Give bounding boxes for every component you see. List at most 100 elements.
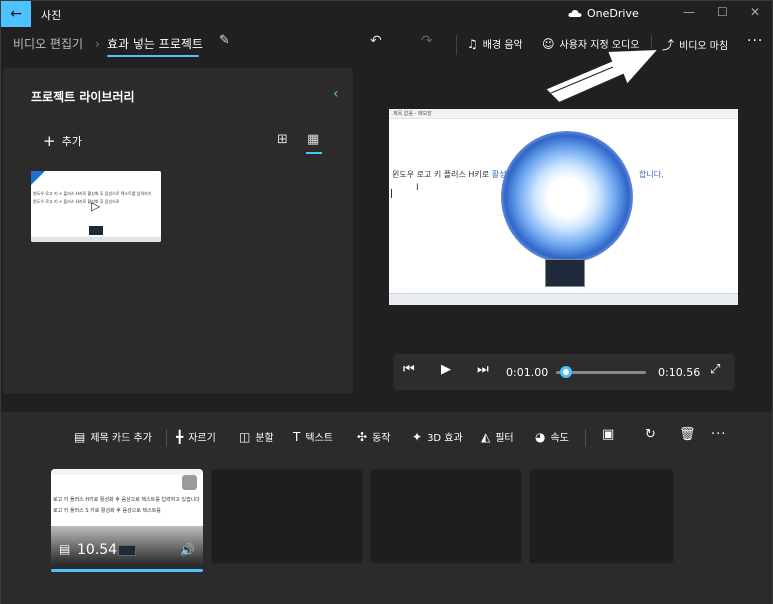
app-title: 사진 [41, 9, 62, 22]
minimize-button[interactable]: — [683, 5, 695, 19]
split-button[interactable]: ◫ 분할 [239, 429, 274, 445]
skip-back-icon[interactable]: ⏮ [403, 362, 415, 377]
thumb-text-line: 윈도우 로고 키 + 플러스 H키로 활성화 후 음성으로 텍스트를 입력하기 [33, 191, 152, 196]
more-options-button[interactable]: ··· [747, 33, 763, 49]
back-arrow-icon[interactable]: ← [1, 1, 31, 27]
speed-button[interactable]: ◕ 속도 [535, 429, 569, 445]
play-icon[interactable]: ▶ [441, 362, 451, 377]
motion-label: 동작 [372, 433, 391, 444]
speed-icon: ◕ [535, 429, 546, 444]
pointer-arrow-icon [543, 47, 662, 105]
empty-clip-slot [370, 469, 522, 564]
storyboard-panel: ▤ 제목 카드 추가 ╋ 자르기 ◫ 분할 T 텍스트 ✣ 동작 ✦ 3D 효과… [1, 412, 772, 604]
toolbar-divider [456, 35, 457, 55]
library-media-thumbnail[interactable]: 윈도우 로고 키 + 플러스 H키로 활성화 후 음성으로 텍스트를 입력하기 … [31, 171, 161, 242]
breadcrumb-separator: › [95, 37, 100, 51]
motion-icon: ✣ [357, 429, 368, 444]
add-title-card-label: 제목 카드 추가 [90, 433, 152, 444]
project-library-panel: 프로젝트 라이브러리 ‹ + 추가 ⊞ ▦ 윈도우 로고 키 + 플러스 H키로… [3, 68, 353, 394]
thumbnail-corner [31, 171, 45, 185]
tab-video-editor[interactable]: 비디오 편집기 [13, 35, 83, 52]
thumb-window [89, 226, 103, 235]
preview-window-title: 제목 없음 - 메모장 [393, 111, 432, 117]
redo-icon[interactable]: ↷ [421, 33, 433, 49]
title-card-icon: ▤ [74, 429, 86, 444]
storyboard-clip[interactable]: 로고 키 플러스 H키로 활성화 후 음성으로 텍스트를 입력하고 있습니다 로… [51, 469, 203, 564]
preview-window-titlebar: 제목 없음 - 메모장 [389, 109, 738, 119]
fullscreen-icon[interactable]: ⤢ [710, 362, 720, 377]
toolbar-divider [166, 429, 167, 447]
filters-label: 필터 [495, 433, 514, 444]
playback-controls: ⏮ ▶ ⏭ 0:01.00 0:10.56 ⤢ [393, 354, 735, 390]
3d-effects-button[interactable]: ✦ 3D 효과 [412, 429, 463, 445]
undo-icon[interactable]: ↶ [370, 33, 382, 49]
preview-taskbar [389, 293, 738, 305]
filter-icon: ◭ [481, 429, 491, 444]
tab-project[interactable]: 효과 넣는 프로젝트 [107, 35, 203, 52]
text-icon: T [293, 429, 301, 444]
clip-duration: 10.54 [77, 542, 118, 558]
seek-knob[interactable] [559, 366, 572, 378]
text-cursor: I [416, 183, 419, 193]
clip-window-bar [51, 469, 203, 475]
film-icon: ▤ [59, 542, 71, 556]
more-options-button[interactable]: ··· [711, 427, 726, 442]
tab-active-indicator [107, 55, 199, 57]
pencil-icon[interactable]: ✎ [219, 33, 230, 48]
view-active-indicator [306, 152, 322, 154]
clip-text-line: 로고 키 플러스 H키로 활성화 후 음성으로 텍스트를 입력하고 있습니다 [53, 497, 200, 503]
preview-text-main: 윈도우 로고 키 플러스 H키로 [392, 170, 490, 179]
finish-video-label: 비디오 마침 [679, 41, 729, 52]
preview-mini-window [545, 259, 585, 287]
cloud-icon [568, 10, 582, 17]
split-icon: ◫ [239, 429, 251, 444]
clip-mini-window [118, 545, 136, 556]
add-button[interactable]: + 추가 [43, 132, 82, 150]
rotate-icon[interactable]: ↻ [645, 427, 656, 442]
3d-effect-glow [501, 131, 633, 263]
filters-button[interactable]: ◭ 필터 [481, 429, 514, 445]
grid-small-icon[interactable]: ▦ [307, 132, 319, 147]
volume-icon[interactable]: 🔊 [180, 543, 195, 557]
plus-icon: + [43, 132, 56, 150]
clip-select-checkbox[interactable] [182, 475, 197, 490]
resize-icon[interactable]: ▣ [602, 427, 614, 442]
play-icon: ▷ [91, 199, 101, 213]
trim-button[interactable]: ╋ 자르기 [176, 429, 216, 445]
photos-app-window: ← 사진 OneDrive — ☐ ✕ 비디오 편집기 › 효과 넣는 프로젝트… [0, 0, 773, 604]
total-time: 0:10.56 [658, 366, 701, 379]
thumb-text-line: 윈도우 로고 키 + 플러스 H키로 활성화 후 음성으로 [33, 199, 120, 204]
skip-forward-icon[interactable]: ⏭ [477, 362, 489, 377]
empty-clip-slot [211, 469, 363, 564]
background-music-button[interactable]: ♫ 배경 음악 [467, 36, 523, 52]
speed-label: 속도 [550, 433, 569, 444]
text-label: 텍스트 [305, 433, 333, 444]
preview-dictation-text: 윈도우 로고 키 플러스 H키로 활성화 [392, 169, 514, 180]
trash-icon[interactable]: 🗑 [679, 427, 696, 442]
background-music-label: 배경 음악 [482, 40, 523, 51]
title-bar: ← 사진 OneDrive — ☐ ✕ [1, 1, 772, 29]
grid-large-icon[interactable]: ⊞ [277, 132, 288, 147]
trim-icon: ╋ [176, 429, 184, 444]
maximize-button[interactable]: ☐ [717, 5, 728, 19]
clip-selected-indicator [51, 569, 203, 572]
split-label: 분할 [255, 433, 274, 444]
onedrive-label: OneDrive [587, 7, 639, 20]
3d-effects-label: 3D 효과 [427, 433, 463, 444]
finish-video-button[interactable]: ⤴ 비디오 마침 [662, 36, 728, 53]
chevron-left-icon[interactable]: ‹ [333, 86, 339, 102]
3d-effects-icon: ✦ [412, 429, 423, 444]
add-label: 추가 [61, 135, 82, 148]
preview-text-end: 합니다. [639, 170, 664, 179]
project-library-title: 프로젝트 라이브러리 [31, 90, 135, 104]
empty-clip-slot [529, 469, 674, 564]
video-preview[interactable]: 제목 없음 - 메모장 윈도우 로고 키 플러스 H키로 활성화 합니다. I [389, 109, 738, 305]
close-button[interactable]: ✕ [750, 5, 760, 19]
onedrive-status[interactable]: OneDrive [568, 7, 639, 20]
thumb-taskbar [31, 237, 161, 242]
current-time: 0:01.00 [506, 366, 549, 379]
text-button[interactable]: T 텍스트 [293, 429, 333, 445]
add-title-card-button[interactable]: ▤ 제목 카드 추가 [74, 429, 152, 445]
clip-text-line: 로고 키 플러스 S 키로 활성화 후 음성으로 텍스트를 [53, 508, 161, 514]
motion-button[interactable]: ✣ 동작 [357, 429, 391, 445]
